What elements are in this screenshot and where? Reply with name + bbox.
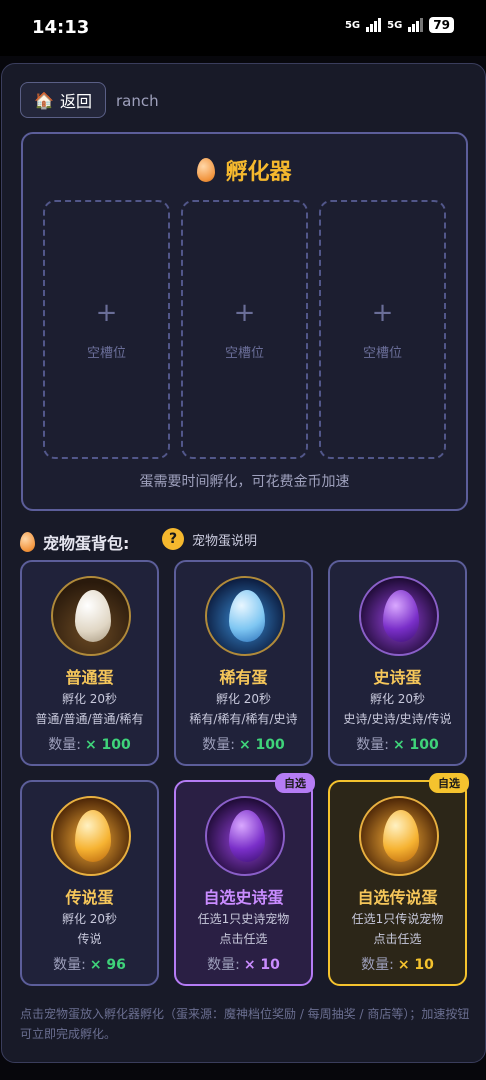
- plus-icon: +: [371, 298, 394, 328]
- incubator-slot[interactable]: + 空槽位: [319, 200, 446, 459]
- back-label: 返回: [59, 92, 92, 111]
- egg-card-select-legend[interactable]: 自选 自选传说蛋 任选1只传说宠物 点击任选 数量: × 10: [328, 773, 469, 986]
- incubator-note: 蛋需要时间孵化，可花费金币加速: [139, 474, 350, 490]
- rare-egg-icon: [205, 576, 285, 656]
- network-label-2: 5G: [387, 19, 403, 31]
- plus-icon: +: [233, 298, 256, 328]
- egg-hatch-time: 孵化 20秒: [215, 692, 272, 706]
- back-button[interactable]: 🏠 返回: [20, 82, 106, 118]
- egg-icon: [20, 532, 35, 552]
- common-egg-icon: [51, 576, 131, 656]
- egg-quantity: 数量: × 100: [48, 737, 131, 753]
- incubator: 孵化器 + 空槽位 + 空槽位 + 空槽位 蛋需要时间孵化，可花费金币加速: [21, 132, 468, 511]
- egg-card-rare[interactable]: 稀有蛋 孵化 20秒 稀有/稀有/稀有/史诗 数量: × 100: [174, 560, 313, 766]
- select-badge: 自选: [275, 773, 315, 793]
- egg-name: 史诗蛋: [373, 668, 422, 687]
- signal-icon: [366, 18, 382, 32]
- egg-card-epic[interactable]: 史诗蛋 孵化 20秒 史诗/史诗/史诗/传说 数量: × 100: [328, 560, 467, 766]
- plus-icon: +: [95, 298, 118, 328]
- ranch-panel: 🏠 返回 ranch 孵化器 + 空槽位 + 空槽位 + 空槽位 蛋需要时间孵化…: [1, 63, 486, 1063]
- bag-title: 宠物蛋背包:: [20, 530, 129, 554]
- slot-label: 空槽位: [224, 346, 264, 361]
- egg-help-button[interactable]: ? 宠物蛋说明: [162, 528, 257, 550]
- egg-drop-table: 稀有/稀有/稀有/史诗: [189, 712, 298, 726]
- incubator-slot[interactable]: + 空槽位: [43, 200, 170, 459]
- egg-quantity: 数量: × 96: [53, 957, 126, 973]
- egg-drop-table: 普通/普通/普通/稀有: [35, 712, 144, 726]
- egg-name: 稀有蛋: [219, 668, 268, 687]
- egg-name: 普通蛋: [65, 668, 114, 687]
- egg-hint: 点击任选: [373, 932, 422, 946]
- egg-hatch-time: 孵化 20秒: [61, 692, 118, 706]
- egg-name: 传说蛋: [65, 888, 114, 907]
- egg-name: 自选史诗蛋: [203, 888, 284, 907]
- incubator-slot[interactable]: + 空槽位: [181, 200, 308, 459]
- egg-hint: 点击任选: [219, 932, 268, 946]
- status-bar: 14:13 5G 5G 79: [0, 0, 486, 56]
- battery-icon: 79: [429, 17, 454, 33]
- egg-hatch-time: 孵化 20秒: [369, 692, 426, 706]
- slot-label: 空槽位: [86, 346, 126, 361]
- egg-quantity: 数量: × 100: [356, 737, 439, 753]
- house-icon: 🏠: [34, 90, 54, 110]
- egg-drop-table: 史诗/史诗/史诗/传说: [343, 712, 452, 726]
- epic-egg-icon: [359, 576, 439, 656]
- page-label: ranch: [116, 92, 159, 110]
- egg-quantity: 数量: × 10: [207, 957, 280, 973]
- incubator-title: 孵化器: [23, 154, 466, 186]
- egg-quantity: 数量: × 100: [202, 737, 285, 753]
- egg-card-select-epic[interactable]: 自选 自选史诗蛋 任选1只史诗宠物 点击任选 数量: × 10: [174, 773, 315, 986]
- legend-egg-icon: [51, 796, 131, 876]
- select-badge: 自选: [429, 773, 469, 793]
- question-icon: ?: [162, 528, 184, 550]
- legend-egg-icon: [359, 796, 439, 876]
- help-label: 宠物蛋说明: [192, 533, 258, 549]
- egg-description: 任选1只传说宠物: [351, 912, 444, 926]
- egg-quantity: 数量: × 10: [361, 957, 434, 973]
- footer-note: 点击宠物蛋放入孵化器孵化（蛋来源：魔神档位奖励 / 每周抽奖 / 商店等）；加速…: [20, 1007, 470, 1041]
- egg-icon: [197, 158, 216, 182]
- egg-name: 自选传说蛋: [357, 888, 438, 907]
- status-icons: 5G 5G 79: [345, 17, 454, 33]
- egg-description: 任选1只史诗宠物: [197, 912, 290, 926]
- epic-egg-icon: [205, 796, 285, 876]
- egg-hatch-time: 孵化 20秒: [61, 912, 118, 926]
- status-time: 14:13: [32, 17, 90, 38]
- egg-drop-table: 传说: [77, 932, 102, 946]
- egg-card-legend[interactable]: 传说蛋 孵化 20秒 传说 数量: × 96: [20, 780, 159, 986]
- signal-icon-2: [408, 18, 424, 32]
- egg-card-common[interactable]: 普通蛋 孵化 20秒 普通/普通/普通/稀有 数量: × 100: [20, 560, 159, 766]
- slot-label: 空槽位: [362, 346, 402, 361]
- network-label: 5G: [344, 19, 361, 31]
